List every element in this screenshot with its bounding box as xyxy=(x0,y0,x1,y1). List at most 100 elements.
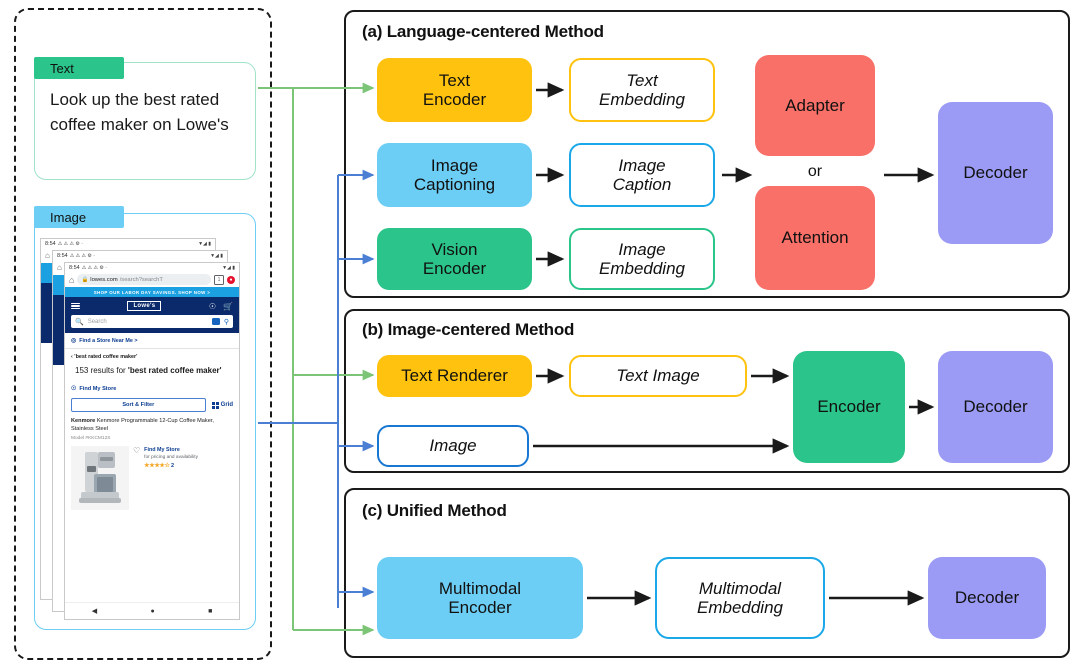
results-prefix: 153 results for xyxy=(75,366,128,375)
vision-encoder-box[interactable]: Vision Encoder xyxy=(377,228,532,290)
home-circle-icon[interactable]: ● xyxy=(150,608,154,615)
multimodal-embedding-box[interactable]: Multimodal Embedding xyxy=(655,557,825,639)
text-embedding-label: Text Embedding xyxy=(598,70,685,109)
panel-a-title: (a) Language-centered Method xyxy=(362,22,604,41)
image-caption-label: Image Caption xyxy=(612,155,672,194)
grid-view-toggle[interactable]: Grid xyxy=(211,401,233,409)
rating-stars: ★★★★☆ 2 xyxy=(144,462,198,471)
attention-label: Attention xyxy=(781,228,849,248)
search-icon: 🔍 xyxy=(75,318,84,326)
multimodal-encoder-label: Multimodal Encoder xyxy=(438,578,522,617)
find-my-store-link[interactable]: ☉ Find My Store xyxy=(65,381,239,396)
text-image-label: Text Image xyxy=(616,366,700,386)
adapter-label: Adapter xyxy=(785,95,845,115)
store-icon: ☉ xyxy=(71,386,77,392)
grid-label: Grid xyxy=(220,402,233,408)
home-icon-3[interactable]: ⌂ xyxy=(69,275,74,285)
product-model: Model #KKCM12S xyxy=(71,436,111,442)
text-card-tab: Text xyxy=(34,57,124,79)
lowes-logo[interactable]: Lowe's xyxy=(127,301,162,311)
phone-status-bar-2: 8:54 ⚠ ⚠ ⚠ ⚙ · ▼◢ ▮ xyxy=(53,251,227,260)
product-image[interactable] xyxy=(71,446,129,511)
status-time-2: 8:54 xyxy=(57,252,68,259)
results-line: 153 results for 'best rated coffee maker… xyxy=(65,362,239,381)
status-warning-icons: ⚠ ⚠ ⚠ ⚙ · xyxy=(57,240,83,247)
text-input-body: Look up the best rated coffee maker on L… xyxy=(50,90,229,134)
hamburger-menu-icon[interactable] xyxy=(71,301,80,311)
decoder-c-label: Decoder xyxy=(954,588,1020,608)
decoder-a-label: Decoder xyxy=(963,163,1028,183)
decoder-c-box[interactable]: Decoder xyxy=(928,557,1046,639)
decoder-b-label: Decoder xyxy=(963,397,1028,417)
phone-status-bar-3: 8:54 ⚠ ⚠ ⚠ ⚙ · ▼◢ ▮ xyxy=(65,263,239,272)
status-signal-icons-3: ▼◢ ▮ xyxy=(222,264,235,271)
image-captioning-label: Image Captioning xyxy=(413,155,496,194)
image-card-tab-label: Image xyxy=(50,209,87,225)
find-store-near-me[interactable]: ◎ Find a Store Near Me > xyxy=(65,333,239,349)
lock-icon: 🔒 xyxy=(81,276,89,283)
vision-encoder-label: Vision Encoder xyxy=(422,239,487,278)
text-image-box[interactable]: Text Image xyxy=(569,355,747,397)
phone-screenshot-front: 8:54 ⚠ ⚠ ⚠ ⚙ · ▼◢ ▮ ⌂ 🔒 lowes.com/search… xyxy=(64,262,240,620)
camera-icon[interactable] xyxy=(211,318,220,325)
stars-glyphs: ★★★★☆ xyxy=(144,462,170,469)
home-icon: ⌂ xyxy=(45,251,50,260)
site-search-box[interactable]: 🔍 Search ⚲ xyxy=(71,315,233,328)
product-brand: Kenmore xyxy=(71,418,96,424)
status-time-3: 8:54 xyxy=(69,264,80,271)
android-nav-bar: ◀ ● ■ xyxy=(65,602,239,619)
image-embedding-box[interactable]: Image Embedding xyxy=(569,228,715,290)
breadcrumb[interactable]: ‹ 'best rated coffee maker' xyxy=(65,349,239,362)
url-domain: lowes.com xyxy=(90,276,118,283)
favorite-heart-icon[interactable]: ♡ xyxy=(133,446,140,510)
grid-icon xyxy=(211,401,219,409)
image-captioning-box[interactable]: Image Captioning xyxy=(377,143,532,207)
panel-b-title: (b) Image-centered Method xyxy=(362,320,575,339)
sort-filter-button[interactable]: Sort & Filter xyxy=(71,398,206,412)
url-path: /search?searchT xyxy=(119,276,163,283)
recents-square-icon[interactable]: ■ xyxy=(208,608,212,615)
promo-banner[interactable]: SHOP OUR LABOR DAY SAVINGS. SHOP NOW > xyxy=(65,287,239,297)
status-time: 8:54 xyxy=(45,240,56,247)
decoder-b-box[interactable]: Decoder xyxy=(938,351,1053,463)
decoder-a-box[interactable]: Decoder xyxy=(938,102,1053,244)
image-card-tab: Image xyxy=(34,206,124,228)
text-encoder-box[interactable]: Text Encoder xyxy=(377,58,532,122)
find-my-store-label: Find My Store xyxy=(79,385,117,392)
site-navbar: Lowe's ☉ 🛒 xyxy=(65,297,239,315)
tab-count-label: 1 xyxy=(217,276,221,283)
review-count: 2 xyxy=(170,462,174,469)
product-price-info: Find My Store for pricing and availabili… xyxy=(144,446,198,510)
text-embedding-box[interactable]: Text Embedding xyxy=(569,58,715,122)
account-icon[interactable]: ☉ xyxy=(209,302,216,311)
price-cta[interactable]: Find My Store xyxy=(144,446,198,454)
location-pin-icon: ◎ xyxy=(71,338,77,344)
adapter-box[interactable]: Adapter xyxy=(755,55,875,156)
results-query: 'best rated coffee maker' xyxy=(127,366,222,375)
home-icon-2: ⌂ xyxy=(57,263,62,272)
scan-icon[interactable]: ⚲ xyxy=(224,318,229,326)
filter-row: Sort & Filter Grid xyxy=(65,396,239,416)
cart-icon[interactable]: 🛒 xyxy=(223,302,233,311)
record-icon[interactable]: ● xyxy=(227,275,235,284)
image-b-label: Image xyxy=(429,436,477,456)
image-caption-box[interactable]: Image Caption xyxy=(569,143,715,207)
or-label: or xyxy=(807,163,823,180)
status-signal-icons: ▼◢ ▮ xyxy=(198,240,211,247)
status-signal-icons-2: ▼◢ ▮ xyxy=(210,252,223,259)
phone-status-bar: 8:54 ⚠ ⚠ ⚠ ⚙ · ▼◢ ▮ xyxy=(41,239,215,248)
multimodal-encoder-box[interactable]: Multimodal Encoder xyxy=(377,557,583,639)
back-triangle-icon[interactable]: ◀ xyxy=(92,607,97,615)
find-store-label: Find a Store Near Me > xyxy=(79,337,138,344)
search-placeholder: Search xyxy=(87,318,107,325)
attention-box[interactable]: Attention xyxy=(755,186,875,290)
encoder-b-box[interactable]: Encoder xyxy=(793,351,905,463)
browser-url-bar[interactable]: ⌂ 🔒 lowes.com/search?searchT 1 ● xyxy=(65,272,239,287)
tab-count-button[interactable]: 1 xyxy=(214,274,224,285)
text-renderer-box[interactable]: Text Renderer xyxy=(377,355,532,397)
image-b-box[interactable]: Image xyxy=(377,425,529,467)
product-title[interactable]: Kenmore Kenmore Programmable 12-Cup Coff… xyxy=(65,416,239,434)
address-field[interactable]: 🔒 lowes.com/search?searchT xyxy=(77,274,211,285)
product-row: ♡ Find My Store for pricing and availabi… xyxy=(65,443,239,513)
text-encoder-label: Text Encoder xyxy=(422,70,487,109)
